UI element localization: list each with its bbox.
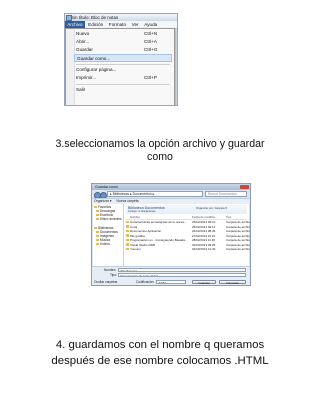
menu-item-label: Guardar xyxy=(76,47,93,52)
notepad-title-bar: Sin título: Bloc de notas xyxy=(65,14,177,21)
menu-ver[interactable]: Ver xyxy=(129,21,140,28)
search-input[interactable]: Buscar Documentos xyxy=(205,191,247,197)
caption-step-4-line2: después de ese nombre colocamos .HTML xyxy=(51,355,269,367)
file-name: Youcam xyxy=(130,247,141,251)
caption-step-4-line1: 4. guardamos con el nombre q queramos xyxy=(55,339,265,351)
file-type-select[interactable]: Documentos de texto (*.txt) xyxy=(118,273,246,277)
menu-item-imprimir[interactable]: Imprimir... Ctrl+P xyxy=(76,74,172,82)
menu-item-shortcut: Ctrl+G xyxy=(144,47,158,52)
file-list-pane: Biblioteca Documentos Incluye: 2 ubicaci… xyxy=(124,204,250,266)
file-type-label: Tipo: xyxy=(110,273,117,277)
cancel-button[interactable]: Cancelar xyxy=(219,279,246,285)
caption-step-3-line2: como xyxy=(147,151,173,163)
menu-item-label: Abrir... xyxy=(76,39,90,44)
menu-item-guardar-como[interactable]: Guardar como... xyxy=(74,54,172,62)
menu-archivo[interactable]: Archivo xyxy=(65,21,85,28)
save-button[interactable]: Guardar xyxy=(192,279,216,285)
save-as-dialog-screenshot: Guardar como ▸ Bibliotecas ▸ Documentos … xyxy=(91,183,251,286)
menu-formato[interactable]: Formato xyxy=(107,21,128,28)
column-header-name[interactable]: Nombre xyxy=(130,215,140,219)
encoding-label: Codificación: xyxy=(136,280,155,284)
menu-item-label: Salir xyxy=(76,87,86,92)
close-icon[interactable] xyxy=(240,184,249,189)
folder-icon xyxy=(126,220,129,224)
menu-separator xyxy=(76,84,170,85)
nav-label: Vídeos xyxy=(100,242,110,246)
column-header-type[interactable]: Tipo xyxy=(226,215,231,219)
column-header-date[interactable]: Fecha de modifica... xyxy=(192,215,217,219)
save-options-panel: Nombre: Sin título.txt Tipo: Documentos … xyxy=(92,266,250,285)
menu-item-configurar-pagina[interactable]: Configurar página... xyxy=(76,66,172,74)
folder-icon xyxy=(126,243,129,246)
nav-item-sitios-recientes[interactable]: Sitios recientes xyxy=(96,217,122,221)
caption-step-3: 3.seleccionamos la opción archivo y guar… xyxy=(0,138,320,164)
folder-icon xyxy=(96,217,99,221)
menu-item-shortcut: Ctrl+A xyxy=(144,39,157,44)
menu-item-shortcut: Ctrl+P xyxy=(144,75,157,80)
menu-item-salir[interactable]: Salir xyxy=(76,86,172,94)
file-name-label: Nombre: xyxy=(104,268,117,272)
dialog-title: Guardar como xyxy=(95,185,118,189)
menu-item-guardar[interactable]: Guardar Ctrl+G xyxy=(76,46,172,54)
menu-gutter xyxy=(66,29,75,105)
menu-item-label: Guardar como... xyxy=(77,56,111,61)
nav-item-videos[interactable]: Vídeos xyxy=(96,242,110,246)
library-header: Biblioteca Documentos Incluye: 2 ubicaci… xyxy=(126,205,247,214)
caption-step-4: 4. guardamos con el nombre q queramos de… xyxy=(0,337,320,369)
file-row[interactable]: Youcam 04/03/2013 12:40 Carpeta de archivo… xyxy=(126,247,250,251)
caption-step-3-line1: 3.seleccionamos la opción archivo y guar… xyxy=(55,138,265,150)
navigation-pane: Favoritos Descargas Escritorio Sitios re… xyxy=(93,204,124,266)
folder-icon xyxy=(126,238,129,242)
folder-icon xyxy=(126,234,129,237)
menu-item-label: Configurar página... xyxy=(76,67,117,72)
menu-item-nuevo[interactable]: Nuevo Ctrl+N xyxy=(76,30,172,38)
menu-item-shortcut: Ctrl+N xyxy=(144,31,158,36)
folder-icon xyxy=(126,247,129,251)
file-name-input[interactable]: Sin título.txt xyxy=(118,268,246,272)
library-subtitle: Incluye: 2 ubicaciones xyxy=(128,208,156,213)
menu-item-label: Imprimir... xyxy=(76,75,97,80)
menu-item-abrir[interactable]: Abrir... Ctrl+A xyxy=(76,38,172,46)
notepad-title: Sin título: Bloc de notas xyxy=(71,15,119,20)
menu-ayuda[interactable]: Ayuda xyxy=(142,21,159,28)
menu-edicion[interactable]: Edición xyxy=(86,21,105,28)
folder-icon xyxy=(126,225,129,228)
file-date: 04/03/2013 12:40 xyxy=(192,247,216,251)
file-type: Carpeta de archivos xyxy=(226,247,251,251)
address-input[interactable]: ▸ Bibliotecas ▸ Documentos ▸ xyxy=(107,191,203,197)
folder-icon xyxy=(126,229,129,233)
file-menu: Nuevo Ctrl+N Abrir... Ctrl+A Guardar Ctr… xyxy=(65,28,175,105)
arrange-by-dropdown[interactable]: Organizar por: Carpeta ▾ xyxy=(196,206,227,210)
hide-folders-toggle[interactable]: Ocultar carpetas xyxy=(94,280,117,284)
dialog-title-bar: Guardar como xyxy=(92,184,250,190)
encoding-select[interactable]: ANSI xyxy=(156,280,186,284)
notepad-screenshot: Sin título: Bloc de notas Archivo Edició… xyxy=(64,13,178,106)
folder-icon xyxy=(96,242,99,246)
address-bar: ▸ Bibliotecas ▸ Documentos ▸ Buscar Docu… xyxy=(94,191,248,199)
nav-label: Sitios recientes xyxy=(100,217,122,221)
menu-separator xyxy=(76,64,170,65)
menu-item-label: Nuevo xyxy=(76,31,90,36)
